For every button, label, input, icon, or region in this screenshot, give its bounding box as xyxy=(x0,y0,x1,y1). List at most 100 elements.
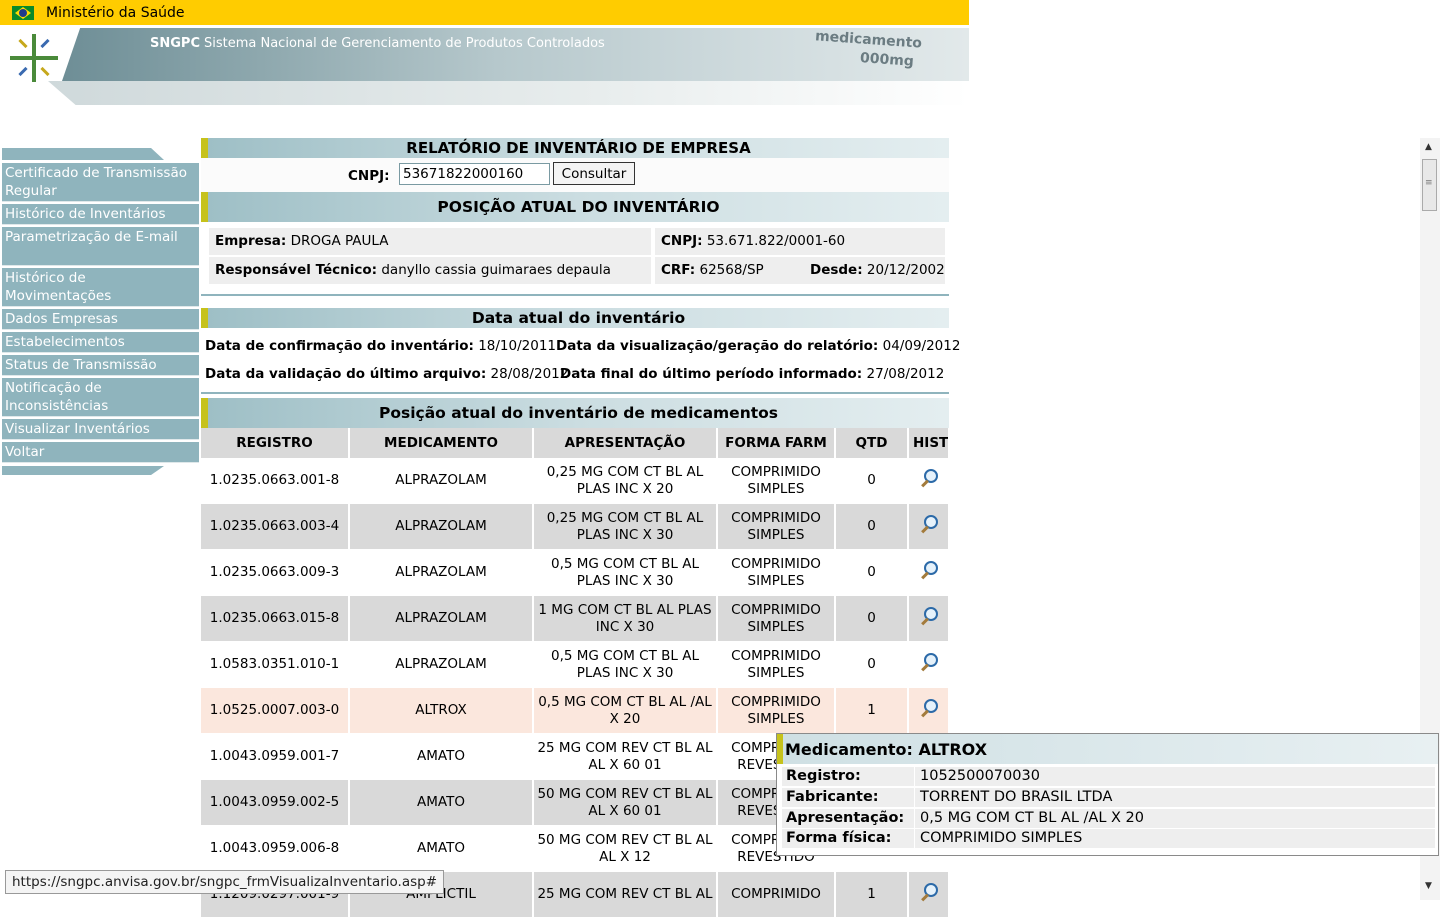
cell-apresentacao: 1 MG COM CT BL AL PLAS INC X 30 xyxy=(533,595,718,642)
magnifier-icon[interactable] xyxy=(919,698,939,718)
sidebar-item-voltar[interactable]: Voltar xyxy=(2,442,199,463)
view-date-label: Data da visualização/geração do relatóri… xyxy=(556,338,879,354)
company-cnpj-label: CNPJ: xyxy=(661,233,703,249)
table-row-selected[interactable]: 1.0525.0007.003-0 ALTROX 0,5 MG COM CT B… xyxy=(201,687,950,734)
validation-date-label: Data da validação do último arquivo: xyxy=(205,366,487,382)
col-medicamento: MEDICAMENTO xyxy=(349,428,534,458)
cell-hist xyxy=(908,549,950,596)
cell-hist xyxy=(908,641,950,688)
cell-registro: 1.0235.0663.015-8 xyxy=(201,595,350,642)
cell-medicamento: AMATO xyxy=(349,779,534,826)
tooltip-forma-value: COMPRIMIDO SIMPLES xyxy=(915,829,1435,848)
cell-forma: COMPRIMIDO xyxy=(717,871,836,918)
cell-forma: COMPRIMIDO SIMPLES xyxy=(717,641,836,688)
magnifier-icon[interactable] xyxy=(919,468,939,488)
confirm-date-label: Data de confirmação do inventário: xyxy=(205,338,474,354)
col-forma: FORMA FARM xyxy=(717,428,836,458)
cell-apresentacao: 25 MG COM REV CT BL AL AL X 60 01 xyxy=(533,733,718,780)
sngpc-header: SNGPC Sistema Nacional de Gerenciamento … xyxy=(0,25,969,107)
cell-registro: 1.0583.0351.010-1 xyxy=(201,641,350,688)
cell-forma: COMPRIMIDO SIMPLES xyxy=(717,595,836,642)
ministry-bar: Ministério da Saúde xyxy=(0,0,969,25)
cell-apresentacao: 25 MG COM REV CT BL AL xyxy=(533,871,718,918)
cnpj-search-row: CNPJ: Consultar xyxy=(201,158,949,192)
crf-cell: CRF: 62568/SP xyxy=(655,257,804,284)
sidebar-item-historico-inventarios[interactable]: Histórico de Inventários xyxy=(2,204,199,225)
cell-forma: COMPRIMIDO SIMPLES xyxy=(717,503,836,550)
magnifier-icon[interactable] xyxy=(919,652,939,672)
cell-qtd: 0 xyxy=(835,595,909,642)
crf-value: 62568/SP xyxy=(699,262,764,278)
magnifier-icon[interactable] xyxy=(919,882,939,902)
table-row[interactable]: 1.0235.0663.015-8 ALPRAZOLAM 1 MG COM CT… xyxy=(201,595,950,642)
sidebar-item-parametrizacao-email[interactable]: Parametrização de E-mail xyxy=(2,227,199,266)
tooltip-row-apresentacao: Apresentação: 0,5 MG COM CT BL AL /AL X … xyxy=(782,809,1435,829)
status-bar-url: https://sngpc.anvisa.gov.br/sngpc_frmVis… xyxy=(5,870,445,894)
sidebar-item-historico-movimentacoes[interactable]: Histórico de Movimentações xyxy=(2,268,199,307)
cell-medicamento: AMATO xyxy=(349,733,534,780)
col-hist: HIST xyxy=(908,428,950,458)
cell-apresentacao: 0,5 MG COM CT BL AL PLAS INC X 30 xyxy=(533,549,718,596)
responsavel-label: Responsável Técnico: xyxy=(215,262,378,278)
confirm-date-value: 18/10/2011 xyxy=(478,338,556,354)
col-qtd: QTD xyxy=(835,428,909,458)
magnifier-icon[interactable] xyxy=(919,514,939,534)
table-row[interactable]: 1.0235.0663.003-4 ALPRAZOLAM 0,25 MG COM… xyxy=(201,503,950,550)
cell-hist xyxy=(908,595,950,642)
validation-date: Data da validação do último arquivo: 28/… xyxy=(205,360,568,388)
tooltip-registro-value: 1052500070030 xyxy=(915,767,1435,786)
cell-hist xyxy=(908,458,950,504)
sidebar-item-status-transmissao[interactable]: Status de Transmissão xyxy=(2,355,199,376)
sidebar-bottom-tab xyxy=(2,466,164,475)
cell-qtd: 0 xyxy=(835,503,909,550)
table-row[interactable]: 1.0235.0663.001-8 ALPRAZOLAM 0,25 MG COM… xyxy=(201,458,950,504)
sidebar-menu: Certificado de Transmissão Regular Histó… xyxy=(2,148,199,475)
company-name-cell: Empresa: DROGA PAULA xyxy=(209,228,651,255)
validation-date-value: 28/08/2012 xyxy=(490,366,569,382)
cell-forma: COMPRIMIDO SIMPLES xyxy=(717,687,836,734)
table-row[interactable]: 1.0235.0663.009-3 ALPRAZOLAM 0,5 MG COM … xyxy=(201,549,950,596)
sidebar-item-certificado[interactable]: Certificado de Transmissão Regular xyxy=(2,163,199,202)
sidebar-item-visualizar-inventarios[interactable]: Visualizar Inventários xyxy=(2,419,199,440)
final-period-value: 27/08/2012 xyxy=(866,366,945,382)
tooltip-row-fabricante: Fabricante: TORRENT DO BRASIL LTDA xyxy=(782,788,1435,808)
col-apresentacao: APRESENTAÇÃO xyxy=(533,428,718,458)
magnifier-icon[interactable] xyxy=(919,560,939,580)
cell-apresentacao: 0,25 MG COM CT BL AL PLAS INC X 20 xyxy=(533,458,718,504)
sidebar-top-tab xyxy=(2,148,164,160)
empresa-value: DROGA PAULA xyxy=(290,233,389,249)
cell-apresentacao: 0,25 MG COM CT BL AL PLAS INC X 30 xyxy=(533,503,718,550)
cell-medicamento: ALPRAZOLAM xyxy=(349,641,534,688)
cell-qtd: 0 xyxy=(835,641,909,688)
sngpc-logo-icon xyxy=(10,34,58,82)
scroll-down-arrow-icon[interactable]: ▼ xyxy=(1425,881,1432,891)
ministry-title[interactable]: Ministério da Saúde xyxy=(46,5,185,21)
grip-icon: ≡ xyxy=(1425,178,1433,188)
cell-apresentacao: 50 MG COM REV CT BL AL AL X 12 xyxy=(533,825,718,872)
empresa-label: Empresa: xyxy=(215,233,287,249)
sidebar-item-notificacao[interactable]: Notificação de Inconsistências xyxy=(2,378,199,417)
cell-medicamento: ALTROX xyxy=(349,687,534,734)
cell-hist xyxy=(908,503,950,550)
magnifier-icon[interactable] xyxy=(919,606,939,626)
scroll-up-arrow-icon[interactable]: ▲ xyxy=(1425,142,1432,152)
tooltip-title: Medicamento: ALTROX xyxy=(777,734,1438,764)
table-row[interactable]: 1.0583.0351.010-1 ALPRAZOLAM 0,5 MG COM … xyxy=(201,641,950,688)
confirm-date: Data de confirmação do inventário: 18/10… xyxy=(205,332,556,360)
cell-registro: 1.0043.0959.001-7 xyxy=(201,733,350,780)
cell-forma: COMPRIMIDO SIMPLES xyxy=(717,458,836,504)
cnpj-search-input[interactable] xyxy=(399,163,550,185)
sidebar-item-estabelecimentos[interactable]: Estabelecimentos xyxy=(2,332,199,353)
scroll-thumb[interactable]: ≡ xyxy=(1422,159,1437,211)
cell-medicamento: ALPRAZOLAM xyxy=(349,503,534,550)
medicine-tooltip: Medicamento: ALTROX Registro: 1052500070… xyxy=(776,733,1439,856)
medicines-title: Posição atual do inventário de medicamen… xyxy=(201,398,949,428)
tooltip-row-registro: Registro: 1052500070030 xyxy=(782,767,1435,787)
cell-medicamento: ALPRAZOLAM xyxy=(349,458,534,504)
tooltip-forma-label: Forma física: xyxy=(782,829,914,848)
sidebar-item-dados-empresas[interactable]: Dados Empresas xyxy=(2,309,199,330)
cell-qtd: 0 xyxy=(835,458,909,504)
consultar-button[interactable]: Consultar xyxy=(553,162,635,185)
view-date: Data da visualização/geração do relatóri… xyxy=(556,332,960,360)
cell-registro: 1.0235.0663.001-8 xyxy=(201,458,350,504)
